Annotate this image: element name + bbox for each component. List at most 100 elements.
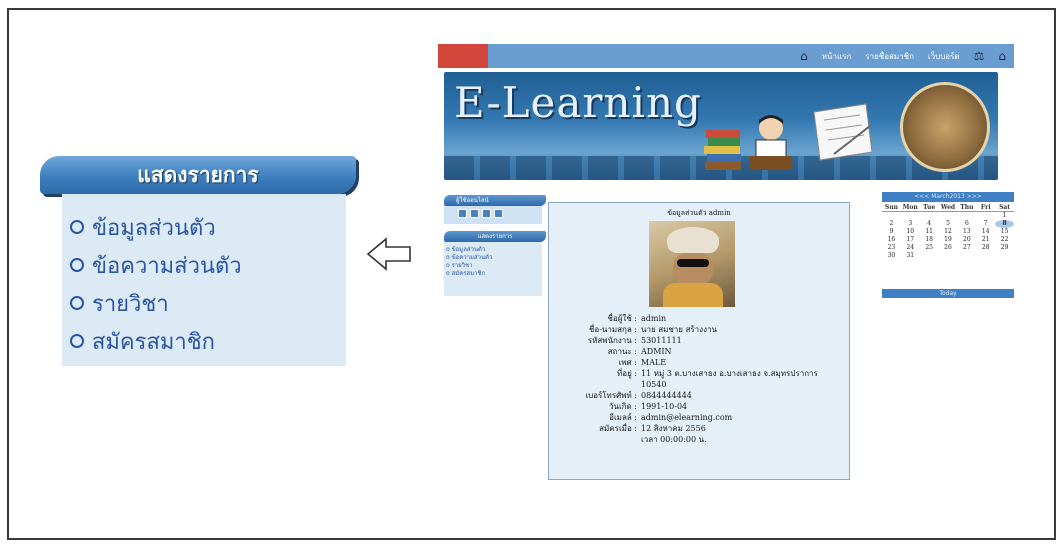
counter-digit bbox=[482, 209, 491, 218]
bullet-icon bbox=[70, 296, 84, 310]
profile-field-value: admin@elearning.com bbox=[641, 413, 733, 422]
profile-row: ชื่อ-นามสกุล : นาย สมชาย สร้างงาน bbox=[549, 324, 849, 335]
profile-row: สถานะ : ADMIN bbox=[549, 346, 849, 357]
calendar: <<< March2013 >>> Sun Mon Tue Wed Thu Fri Sat 1… bbox=[882, 192, 1014, 304]
site-menu: ข้อมูลส่วนตัว ข้อความส่วนตัว รายวิชา สมั… bbox=[444, 242, 542, 296]
calendar-day[interactable]: 21 bbox=[976, 236, 995, 244]
calendar-day[interactable]: 9 bbox=[882, 228, 901, 236]
calendar-day[interactable]: 12 bbox=[939, 228, 958, 236]
profile-row: รหัสพนักงาน : 53011111 bbox=[549, 335, 849, 346]
calendar-empty-cell bbox=[976, 212, 995, 220]
menu-header: แสดงรายการ bbox=[444, 231, 546, 242]
site-banner: E-Learning bbox=[444, 72, 998, 180]
scale-icon[interactable]: ⚖ bbox=[974, 49, 985, 63]
counter-digit bbox=[494, 209, 503, 218]
profile-row: สมัครเมื่อ : 12 สิงหาคม 2556 bbox=[549, 423, 849, 434]
house-icon[interactable]: ⌂ bbox=[800, 49, 808, 63]
menu-item-courses[interactable]: รายวิชา bbox=[446, 262, 542, 270]
books-illustration bbox=[704, 130, 741, 170]
callout-menu: ข้อมูลส่วนตัว ข้อความส่วนตัว รายวิชา สมั… bbox=[62, 194, 346, 366]
profile-field-label: อีเมลล์ : bbox=[609, 413, 637, 422]
profile-row: เพศ : MALE bbox=[549, 357, 849, 368]
calendar-day[interactable]: 28 bbox=[976, 244, 995, 252]
calendar-month-nav[interactable]: <<< March2013 >>> bbox=[882, 192, 1014, 202]
calendar-day[interactable]: 18 bbox=[920, 236, 939, 244]
nav-home[interactable]: หน้าแรก bbox=[822, 50, 852, 63]
calendar-day[interactable]: 2 bbox=[882, 220, 901, 228]
left-arrow-icon bbox=[366, 237, 411, 271]
bullet-icon bbox=[70, 334, 84, 348]
calendar-day[interactable]: 13 bbox=[957, 228, 976, 236]
calendar-day[interactable]: 4 bbox=[920, 220, 939, 228]
calendar-day[interactable]: 19 bbox=[939, 236, 958, 244]
profile-field-label: เบอร์โทรศัพท์ : bbox=[585, 391, 637, 400]
exam-paper-illustration bbox=[813, 103, 873, 161]
calendar-today-button[interactable]: Today bbox=[882, 289, 1014, 298]
calendar-day[interactable]: 29 bbox=[995, 244, 1014, 252]
calendar-day[interactable]: 15 bbox=[995, 228, 1014, 236]
calendar-day[interactable]: 8 bbox=[995, 220, 1014, 228]
bullet-icon bbox=[70, 220, 84, 234]
calendar-day[interactable]: 7 bbox=[976, 220, 995, 228]
student-illustration bbox=[750, 115, 792, 170]
calendar-weekday: Sat bbox=[995, 204, 1014, 212]
online-users-header: ผู้ใช้ออนไลน์ bbox=[444, 195, 546, 206]
calendar-day[interactable]: 3 bbox=[901, 220, 920, 228]
calendar-day[interactable]: 11 bbox=[920, 228, 939, 236]
calendar-day[interactable]: 5 bbox=[939, 220, 958, 228]
calendar-weekday: Tue bbox=[919, 204, 939, 212]
profile-field-value: 1991-10-04 bbox=[641, 402, 688, 411]
calendar-day[interactable]: 16 bbox=[882, 236, 901, 244]
calendar-day[interactable]: 22 bbox=[995, 236, 1014, 244]
calendar-empty-cell bbox=[901, 212, 920, 220]
calendar-day[interactable]: 10 bbox=[901, 228, 920, 236]
counter-digit bbox=[470, 209, 479, 218]
bullet-icon bbox=[70, 258, 84, 272]
calendar-day[interactable]: 26 bbox=[939, 244, 958, 252]
calendar-day[interactable]: 20 bbox=[957, 236, 976, 244]
nav-members[interactable]: รายชื่อสมาชิก bbox=[865, 50, 914, 63]
profile-field-label: เพศ : bbox=[618, 358, 637, 367]
calendar-weekday: Mon bbox=[900, 204, 920, 212]
callout-item-register[interactable]: สมัครสมาชิก bbox=[70, 322, 338, 360]
calendar-day[interactable]: 27 bbox=[957, 244, 976, 252]
calendar-weekday: Fri bbox=[976, 204, 996, 212]
university-seal-logo bbox=[900, 82, 990, 172]
profile-field-label bbox=[549, 434, 641, 445]
profile-title: ข้อมูลส่วนตัว admin bbox=[667, 209, 731, 217]
calendar-day[interactable]: 23 bbox=[882, 244, 901, 252]
calendar-weekday: Thu bbox=[957, 204, 977, 212]
menu-item-register[interactable]: สมัครสมาชิก bbox=[446, 270, 542, 278]
callout-title: แสดงรายการ bbox=[137, 162, 259, 187]
calendar-grid: Sun Mon Tue Wed Thu Fri Sat 1 2 3 4 5 6 7 8 9 10 11 12 13 14… bbox=[882, 204, 1014, 260]
calendar-day[interactable]: 17 bbox=[901, 236, 920, 244]
calendar-day[interactable]: 31 bbox=[901, 252, 920, 260]
site-topbar: ⌂ หน้าแรก รายชื่อสมาชิก เว็บบอร์ด ⚖ ⌂ bbox=[438, 44, 1014, 68]
nav-webboard[interactable]: เว็บบอร์ด bbox=[928, 50, 960, 63]
callout-item-courses[interactable]: รายวิชา bbox=[70, 284, 338, 322]
calendar-day[interactable]: 6 bbox=[957, 220, 976, 228]
building-icon[interactable]: ⌂ bbox=[998, 49, 1006, 63]
profile-row: วันเกิด : 1991-10-04 bbox=[549, 401, 849, 412]
menu-item-profile[interactable]: ข้อมูลส่วนตัว bbox=[446, 246, 542, 254]
banner-title: E-Learning bbox=[454, 78, 702, 127]
site-nav: ⌂ หน้าแรก รายชื่อสมาชิก เว็บบอร์ด ⚖ ⌂ bbox=[800, 44, 1006, 68]
calendar-day[interactable]: 1 bbox=[995, 212, 1014, 220]
profile-field-value: 11 หมู่ 3 ต.บางเสาธง อ.บางเสาธง จ.สมุทรป… bbox=[641, 369, 818, 389]
topbar-red-block bbox=[438, 44, 488, 68]
calendar-day[interactable]: 30 bbox=[882, 252, 901, 260]
avatar bbox=[649, 221, 735, 307]
calendar-empty-cell bbox=[939, 212, 958, 220]
calendar-day[interactable]: 25 bbox=[920, 244, 939, 252]
counter-digit bbox=[458, 209, 467, 218]
profile-field-label: วันเกิด : bbox=[609, 402, 637, 411]
calendar-weekday: Sun bbox=[882, 204, 901, 212]
calendar-day[interactable]: 24 bbox=[901, 244, 920, 252]
menu-item-messages[interactable]: ข้อความส่วนตัว bbox=[446, 254, 542, 262]
profile-field-value: นาย สมชาย สร้างงาน bbox=[641, 325, 717, 334]
profile-field-label: ชื่อ-นามสกุล : bbox=[588, 325, 637, 334]
calendar-day[interactable]: 14 bbox=[976, 228, 995, 236]
calendar-weekday: Wed bbox=[938, 204, 958, 212]
callout-item-profile[interactable]: ข้อมูลส่วนตัว bbox=[70, 208, 338, 246]
callout-item-messages[interactable]: ข้อความส่วนตัว bbox=[70, 246, 338, 284]
